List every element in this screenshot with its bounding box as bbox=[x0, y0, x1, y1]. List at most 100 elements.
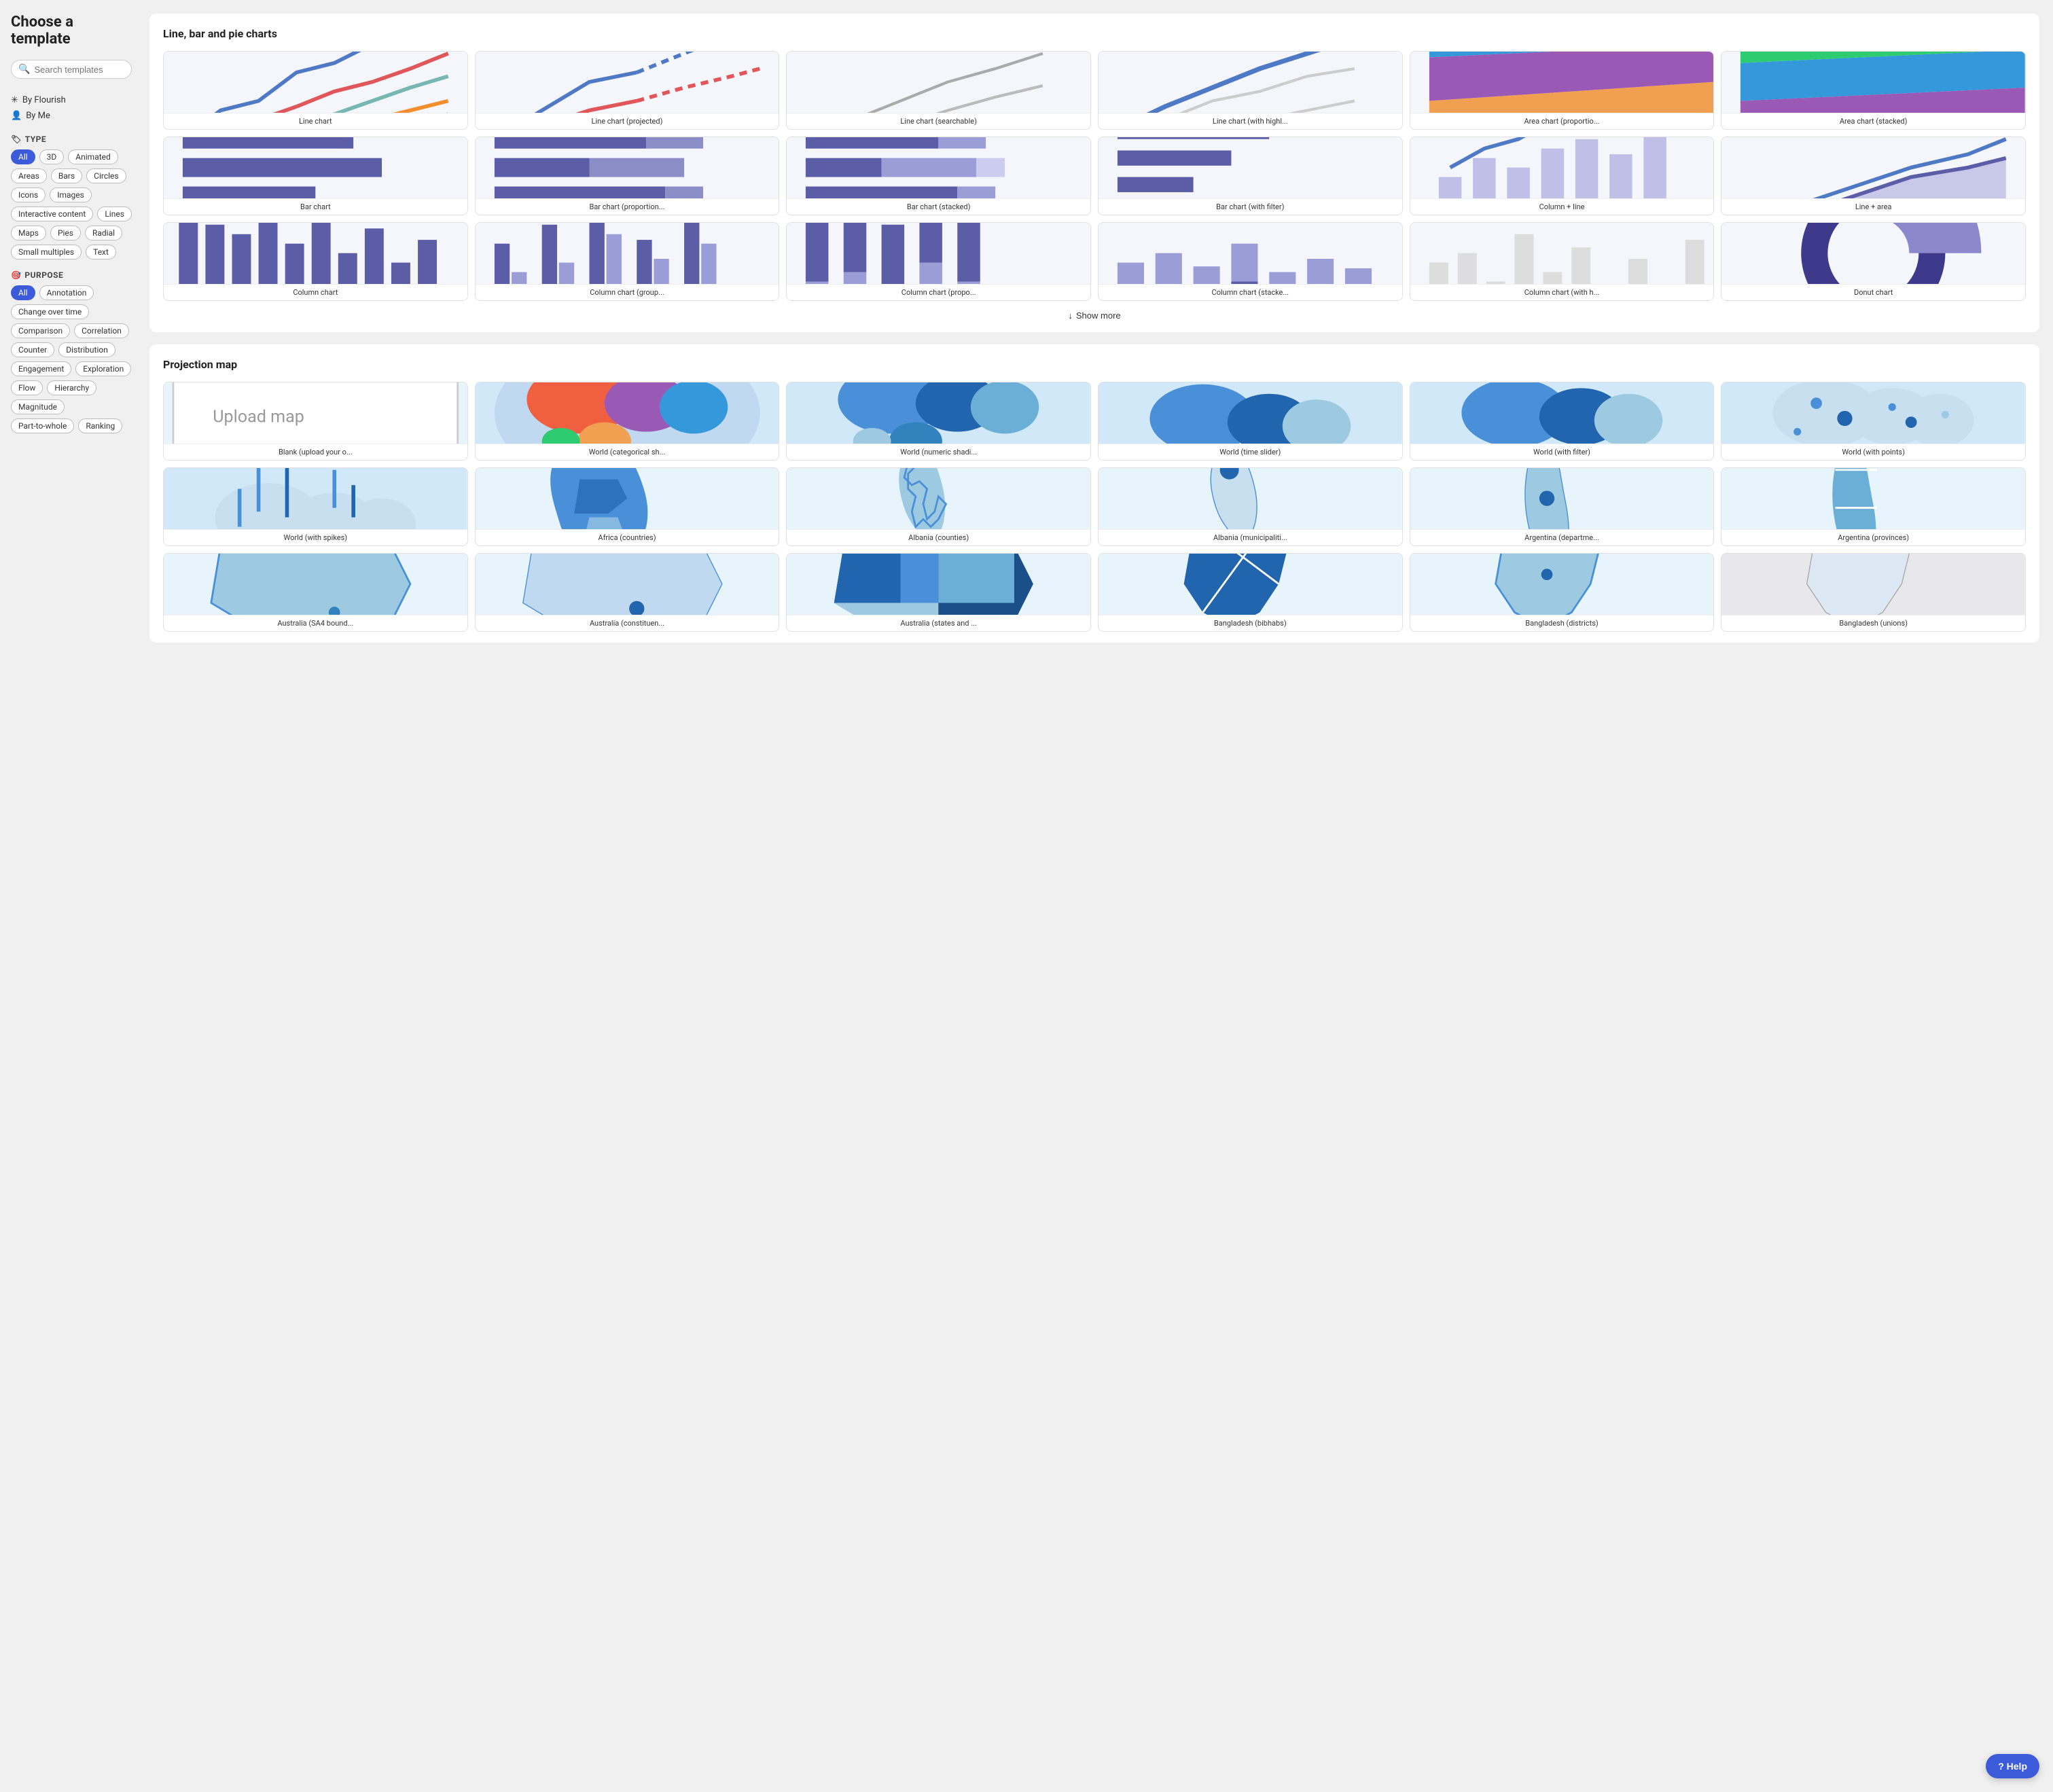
template-card-line[interactable]: Line chart bbox=[163, 51, 468, 130]
template-card-column-highlight[interactable]: Column chart (with h... bbox=[1410, 222, 1715, 301]
template-card-donut[interactable]: Donut chart bbox=[1721, 222, 2026, 301]
template-card-area-proportional[interactable]: Area chart (proportio... bbox=[1410, 51, 1715, 130]
type-chip-pies[interactable]: Pies bbox=[50, 226, 81, 240]
template-thumb-column-group bbox=[476, 223, 779, 284]
template-card-map-albania-muni[interactable]: Albania (municipaliti... bbox=[1098, 467, 1403, 546]
sidebar: Choose a template 🔍 ✳ By Flourish 👤 By M… bbox=[0, 0, 143, 1792]
template-card-bar-filter[interactable]: Bar chart (with filter) bbox=[1098, 137, 1403, 215]
template-card-map-bang-unions[interactable]: Bangladesh (unions) bbox=[1721, 553, 2026, 632]
template-card-map-africa[interactable]: Africa (countries) bbox=[475, 467, 780, 546]
template-card-map-bang-bib[interactable]: Bangladesh (bibhabs) bbox=[1098, 553, 1403, 632]
purpose-chip-ranking[interactable]: Ranking bbox=[78, 418, 122, 433]
template-card-map-aus-const[interactable]: Australia (constituen... bbox=[475, 553, 780, 632]
purpose-chip-part-to-whole[interactable]: Part-to-whole bbox=[11, 418, 74, 433]
purpose-chip-comparison[interactable]: Comparison bbox=[11, 323, 70, 338]
type-chip-areas[interactable]: Areas bbox=[11, 168, 47, 183]
type-chip-maps[interactable]: Maps bbox=[11, 226, 46, 240]
template-label-line-highlight: Line chart (with highl... bbox=[1099, 113, 1402, 129]
template-card-map-blank[interactable]: Upload map Blank (upload your o... bbox=[163, 382, 468, 461]
template-card-bar-proportion[interactable]: Bar chart (proportion... bbox=[475, 137, 780, 215]
template-card-map-world-cat[interactable]: World (categorical sh... bbox=[475, 382, 780, 461]
template-card-map-world-filter[interactable]: World (with filter) bbox=[1410, 382, 1715, 461]
purpose-chip-exploration[interactable]: Exploration bbox=[75, 361, 131, 376]
template-thumb-line bbox=[164, 52, 467, 113]
template-thumb-column-line bbox=[1410, 137, 1714, 198]
show-more-btn-line-bar-pie[interactable]: ↓ Show more bbox=[1068, 310, 1120, 321]
sidebar-item-by-flourish[interactable]: ✳ By Flourish bbox=[11, 92, 132, 108]
template-card-map-aus-sa4[interactable]: Australia (SA4 bound... bbox=[163, 553, 468, 632]
template-card-line-area[interactable]: Line + area bbox=[1721, 137, 2026, 215]
svg-text:Upload map: Upload map bbox=[213, 408, 304, 427]
purpose-chip-flow[interactable]: Flow bbox=[11, 380, 43, 395]
type-chip-icons[interactable]: Icons bbox=[11, 187, 46, 202]
type-chip-text[interactable]: Text bbox=[86, 245, 116, 259]
template-card-map-world-time[interactable]: ▶● 1965 World (time slider) bbox=[1098, 382, 1403, 461]
template-thumb-map-aus-sa4 bbox=[164, 554, 467, 615]
template-label-donut: Donut chart bbox=[1721, 284, 2025, 300]
purpose-chip-change-over-time[interactable]: Change over time bbox=[11, 304, 89, 319]
type-icon: 🏷 bbox=[11, 135, 22, 144]
template-card-line-searchable[interactable]: Enter series to show Line chart (searcha… bbox=[786, 51, 1091, 130]
template-card-column-line[interactable]: Column + line bbox=[1410, 137, 1715, 215]
help-button[interactable]: ? Help bbox=[1986, 1754, 2039, 1778]
template-label-map-bang-unions: Bangladesh (unions) bbox=[1721, 615, 2025, 631]
template-label-column-stacked: Column chart (stacke... bbox=[1099, 284, 1402, 300]
template-card-column[interactable]: Column chart bbox=[163, 222, 468, 301]
purpose-chip-all[interactable]: All bbox=[11, 285, 35, 300]
template-thumb-map-bang-bib bbox=[1099, 554, 1402, 615]
type-chip-small-multiples[interactable]: Small multiples bbox=[11, 245, 82, 259]
template-card-map-argentina-dept[interactable]: Argentina (departme... bbox=[1410, 467, 1715, 546]
template-card-line-projected[interactable]: Line chart (projected) bbox=[475, 51, 780, 130]
type-chip-images[interactable]: Images bbox=[50, 187, 92, 202]
template-thumb-area-stacked bbox=[1721, 52, 2025, 113]
type-chip-circles[interactable]: Circles bbox=[86, 168, 126, 183]
template-label-column-prop: Column chart (propo... bbox=[787, 284, 1090, 300]
template-card-column-stacked[interactable]: Column chart (stacke... bbox=[1098, 222, 1403, 301]
template-card-map-world-num[interactable]: World (numeric shadi... bbox=[786, 382, 1091, 461]
template-card-bar[interactable]: Bar chart bbox=[163, 137, 468, 215]
template-label-line: Line chart bbox=[164, 113, 467, 129]
flourish-icon: ✳ bbox=[11, 95, 18, 105]
template-label-column-group: Column chart (group... bbox=[476, 284, 779, 300]
by-me-label: By Me bbox=[26, 111, 50, 121]
type-chips: All 3DAnimated Areas Bars Circles Icons Images… bbox=[11, 149, 132, 259]
template-card-line-highlight[interactable]: Line chart (with highl... bbox=[1098, 51, 1403, 130]
type-chip-lines[interactable]: Lines bbox=[97, 207, 132, 221]
purpose-chip-engagement[interactable]: Engagement bbox=[11, 361, 71, 376]
template-label-map-world-time: World (time slider) bbox=[1099, 444, 1402, 460]
purpose-chip-counter[interactable]: Counter bbox=[11, 342, 54, 357]
template-card-map-world-points[interactable]: World (with points) bbox=[1721, 382, 2026, 461]
type-chip-interactive-content[interactable]: Interactive content bbox=[11, 207, 93, 221]
sidebar-item-by-me[interactable]: 👤 By Me bbox=[11, 108, 132, 124]
search-box[interactable]: 🔍 bbox=[11, 60, 132, 79]
purpose-chip-magnitude[interactable]: Magnitude bbox=[11, 399, 65, 414]
template-card-map-bang-dist[interactable]: Bangladesh (districts) bbox=[1410, 553, 1715, 632]
template-thumb-area-proportional bbox=[1410, 52, 1714, 113]
purpose-chip-annotation[interactable]: Annotation bbox=[39, 285, 94, 300]
template-thumb-bar bbox=[164, 137, 467, 198]
template-card-map-albania-counties[interactable]: Albania (counties) bbox=[786, 467, 1091, 546]
template-card-map-argentina-prov[interactable]: Argentina (provinces) bbox=[1721, 467, 2026, 546]
template-card-map-aus-states[interactable]: Australia (states and ... bbox=[786, 553, 1091, 632]
purpose-chip-distribution[interactable]: Distribution bbox=[58, 342, 115, 357]
type-chip-radial[interactable]: Radial bbox=[85, 226, 122, 240]
template-thumb-map-argentina-dept bbox=[1410, 468, 1714, 529]
templates-grid-projection-map: Upload map Blank (upload your o... World… bbox=[163, 382, 2026, 632]
template-label-map-world-spikes: World (with spikes) bbox=[164, 529, 467, 545]
template-card-area-stacked[interactable]: Area chart (stacked) bbox=[1721, 51, 2026, 130]
type-chip-bars[interactable]: Bars bbox=[51, 168, 82, 183]
type-chip-3d[interactable]: 3D bbox=[39, 149, 65, 164]
template-label-map-aus-sa4: Australia (SA4 bound... bbox=[164, 615, 467, 631]
template-card-bar-stacked[interactable]: Bar chart (stacked) bbox=[786, 137, 1091, 215]
template-card-map-world-spikes[interactable]: World (with spikes) bbox=[163, 467, 468, 546]
template-label-map-bang-bib: Bangladesh (bibhabs) bbox=[1099, 615, 1402, 631]
type-chip-all[interactable]: All bbox=[11, 149, 35, 164]
type-chip-animated[interactable]: Animated bbox=[68, 149, 118, 164]
purpose-chip-hierarchy[interactable]: Hierarchy bbox=[47, 380, 96, 395]
template-label-area-proportional: Area chart (proportio... bbox=[1410, 113, 1714, 129]
purpose-chip-correlation[interactable]: Correlation bbox=[74, 323, 129, 338]
template-thumb-bar-filter bbox=[1099, 137, 1402, 198]
template-card-column-group[interactable]: Column chart (group... bbox=[475, 222, 780, 301]
search-input[interactable] bbox=[34, 65, 124, 75]
template-card-column-prop[interactable]: Column chart (propo... bbox=[786, 222, 1091, 301]
